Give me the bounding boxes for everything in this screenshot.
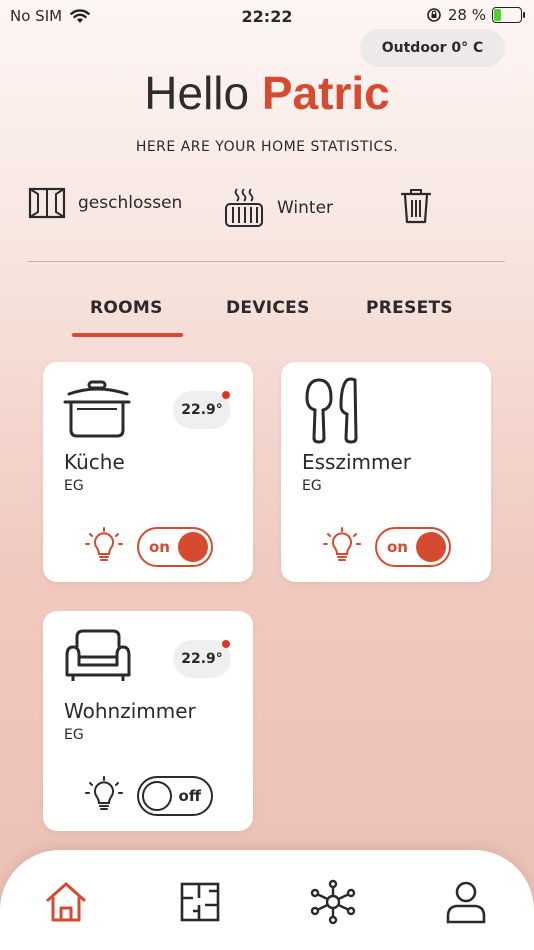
active-tab-indicator: [72, 333, 183, 337]
status-bar: No SIM 22:22 28 %: [0, 0, 534, 32]
heating-mode-stat[interactable]: Winter: [223, 186, 333, 230]
orientation-lock-icon: [427, 8, 441, 22]
trash-button[interactable]: [398, 186, 434, 226]
bottom-navigation: [0, 850, 534, 950]
network-icon: [310, 879, 356, 925]
battery-icon: [492, 7, 525, 23]
battery-percent: 28 %: [447, 6, 486, 24]
outdoor-temperature-badge[interactable]: Outdoor 0° C: [360, 29, 505, 67]
light-toggle[interactable]: off: [137, 776, 213, 816]
floorplan-icon: [180, 882, 220, 922]
greeting-name: Patric: [261, 67, 390, 119]
light-bulb-icon: [85, 776, 123, 810]
room-card-esszimmer[interactable]: Esszimmer EG on: [281, 362, 491, 582]
window-status-stat[interactable]: geschlossen: [28, 186, 182, 220]
room-name: Wohnzimmer: [64, 699, 196, 723]
battery-fill: [494, 9, 502, 21]
toggle-knob: [142, 781, 172, 811]
light-bulb-icon: [85, 527, 123, 561]
toggle-knob: [416, 532, 446, 562]
pot-icon: [63, 380, 131, 438]
window-status-label: geschlossen: [78, 193, 183, 213]
heating-mode-label: Winter: [277, 198, 334, 218]
home-stats-row: geschlossen Winter: [28, 186, 508, 236]
toggle-label: on: [149, 538, 170, 556]
nav-network[interactable]: [309, 878, 357, 926]
light-toggle[interactable]: on: [137, 527, 213, 567]
toggle-label: on: [387, 538, 408, 556]
tab-devices[interactable]: DEVICES: [226, 298, 310, 318]
greeting-title: Hello Patric: [0, 66, 534, 120]
light-toggle[interactable]: on: [375, 527, 451, 567]
home-icon: [46, 882, 86, 922]
room-card-wohnzimmer[interactable]: 22.9° Wohnzimmer EG off: [43, 611, 253, 831]
nav-floorplan[interactable]: [176, 878, 224, 926]
room-floor: EG: [64, 478, 84, 494]
alert-dot: [222, 640, 230, 648]
tab-presets[interactable]: PRESETS: [366, 298, 453, 318]
nav-profile[interactable]: [442, 878, 490, 926]
room-floor: EG: [302, 478, 322, 494]
profile-icon: [446, 881, 486, 924]
cutlery-icon: [305, 377, 358, 444]
nav-home[interactable]: [42, 878, 90, 926]
battery-info: 28 %: [426, 6, 525, 24]
room-card-kueche[interactable]: 22.9° Küche EG on: [43, 362, 253, 582]
light-bulb-icon: [323, 527, 361, 561]
window-icon: [28, 187, 66, 219]
section-divider: [28, 261, 505, 262]
toggle-knob: [178, 532, 208, 562]
toggle-label: off: [178, 787, 201, 805]
tab-rooms[interactable]: ROOMS: [90, 298, 163, 318]
greeting-subtitle: HERE ARE YOUR HOME STATISTICS.: [135, 139, 399, 155]
greeting-hello: Hello: [144, 67, 250, 119]
radiator-icon: [225, 188, 263, 227]
alert-dot: [222, 391, 230, 399]
room-name: Esszimmer: [302, 450, 412, 474]
room-name: Küche: [64, 450, 125, 474]
armchair-icon: [65, 629, 131, 681]
room-floor: EG: [64, 727, 84, 743]
trash-icon: [400, 189, 432, 224]
